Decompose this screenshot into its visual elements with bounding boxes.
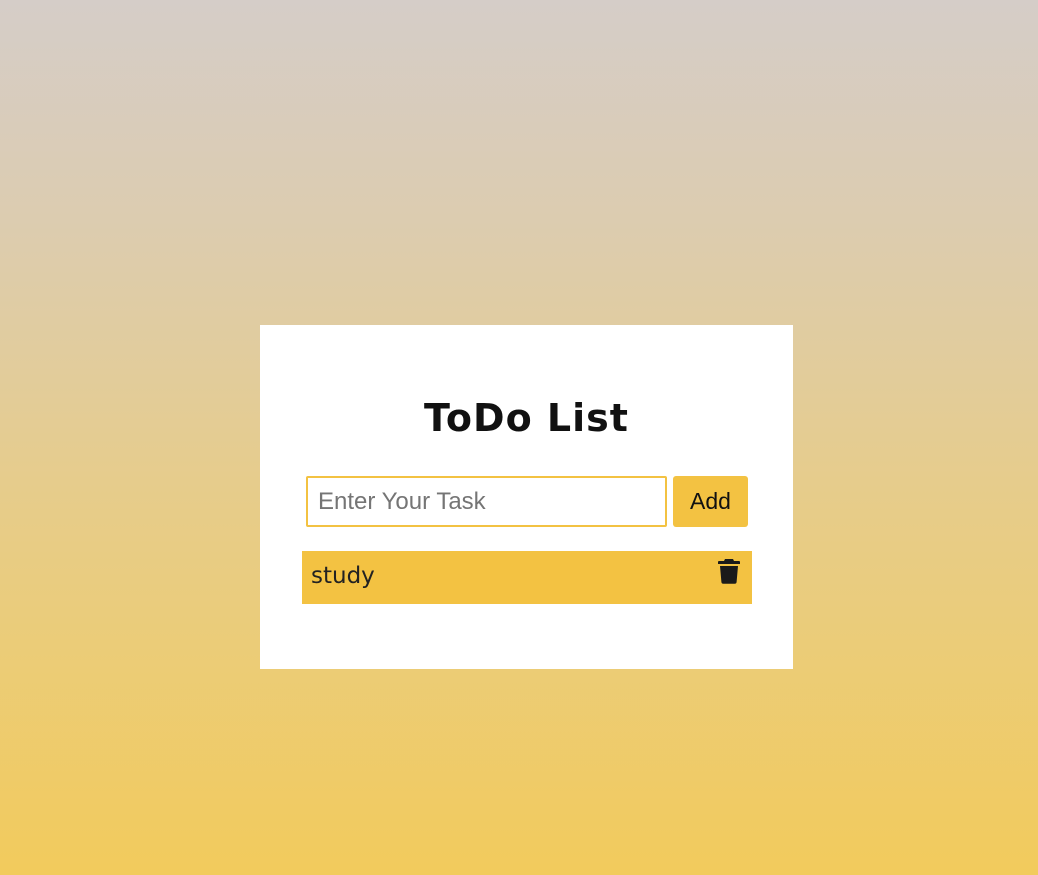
- page-title: ToDo List: [424, 396, 629, 440]
- task-input[interactable]: [306, 476, 667, 527]
- task-label: study: [311, 563, 375, 589]
- task-list: study: [302, 551, 752, 604]
- add-button[interactable]: Add: [673, 476, 748, 527]
- list-item: study: [302, 551, 752, 604]
- todo-card: ToDo List Add study: [260, 325, 793, 669]
- trash-icon: [718, 558, 740, 584]
- delete-button[interactable]: [718, 558, 740, 584]
